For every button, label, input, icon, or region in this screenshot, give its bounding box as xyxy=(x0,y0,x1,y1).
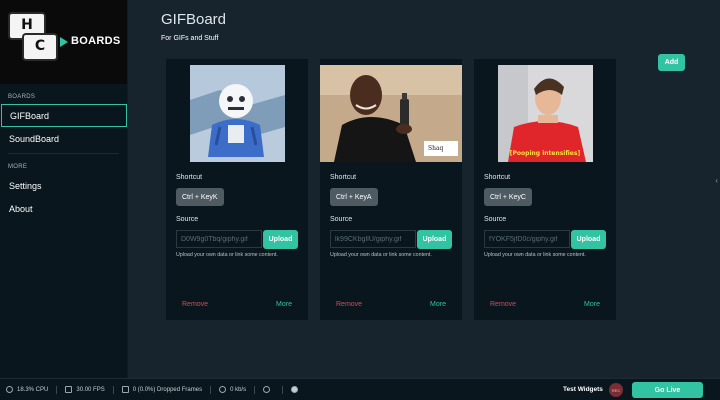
cpu-icon xyxy=(6,386,13,393)
cpu-value: 18.3% CPU xyxy=(17,386,49,393)
info-icon[interactable] xyxy=(291,386,299,393)
sidebar-divider xyxy=(8,153,119,154)
page-subtitle: For GIFs and Stuff xyxy=(161,35,219,42)
source-label: Source xyxy=(176,216,199,223)
source-input[interactable] xyxy=(484,230,570,248)
sidebar-item-about[interactable]: About xyxy=(1,197,126,220)
upload-hint: Upload your own data or link some conten… xyxy=(176,252,278,258)
remove-button[interactable]: Remove xyxy=(182,301,208,308)
remove-button[interactable]: Remove xyxy=(490,301,516,308)
more-button[interactable]: More xyxy=(430,301,446,308)
fps-stat: 30.00 FPS xyxy=(65,386,105,393)
test-widgets-button[interactable]: Test Widgets xyxy=(563,386,603,393)
bandwidth-stat: 0 kb/s xyxy=(219,386,246,393)
page-title: GIFBoard xyxy=(161,11,227,28)
add-button[interactable]: Add xyxy=(658,54,685,71)
cloud-stat[interactable] xyxy=(263,386,274,393)
remove-button[interactable]: Remove xyxy=(336,301,362,308)
gif-card: Shaq Shortcut Ctrl + KeyA Source Upload … xyxy=(320,59,462,320)
thumb-caption: [Pooping intensifies] xyxy=(510,150,581,157)
play-arrow-icon xyxy=(60,37,68,47)
shortcut-label: Shortcut xyxy=(484,174,511,181)
fps-value: 30.00 FPS xyxy=(76,386,105,393)
source-label: Source xyxy=(484,216,507,223)
upload-button[interactable]: Upload xyxy=(263,230,298,249)
shortcut-button[interactable]: Ctrl + KeyC xyxy=(484,188,532,206)
upload-hint: Upload your own data or link some conten… xyxy=(484,252,586,258)
shortcut-button[interactable]: Ctrl + KeyA xyxy=(330,188,378,206)
gif-thumbnail[interactable]: Shaq xyxy=(320,65,462,162)
shortcut-button[interactable]: Ctrl + KeyK xyxy=(176,188,224,206)
thumb-caption: Shaq xyxy=(428,145,444,152)
dropped-frames-value: 0 (0.0%) Dropped Frames xyxy=(132,386,203,393)
sidebar: H C Boards BOARDS GIFBoard SoundBoard MO… xyxy=(0,0,128,378)
status-separator xyxy=(210,385,212,394)
status-separator xyxy=(282,385,284,394)
chevron-left-icon[interactable]: ‹ xyxy=(715,176,718,185)
status-separator xyxy=(56,385,58,394)
logo-key-c: C xyxy=(22,33,58,61)
main-content: GIFBoard For GIFs and Stuff Add ‹ Shortc… xyxy=(129,0,720,378)
cpu-stat: 18.3% CPU xyxy=(6,386,48,393)
status-bar: 18.3% CPU 30.00 FPS 0 (0.0%) Dropped Fra… xyxy=(0,378,720,400)
cloud-icon[interactable] xyxy=(263,386,271,393)
gif-card: [Pooping intensifies] Shortcut Ctrl + Ke… xyxy=(474,59,616,320)
upload-button[interactable]: Upload xyxy=(571,230,606,249)
status-separator xyxy=(254,385,256,394)
more-button[interactable]: More xyxy=(584,301,600,308)
film-icon xyxy=(65,386,73,393)
app-logo: H C Boards xyxy=(0,0,127,84)
source-input[interactable] xyxy=(330,230,416,248)
bandwidth-value: 0 kb/s xyxy=(230,386,247,393)
dropped-frames-stat: 0 (0.0%) Dropped Frames xyxy=(121,386,203,393)
go-live-button[interactable]: Go Live xyxy=(632,382,703,398)
frames-icon xyxy=(121,386,129,393)
sidebar-item-gifboard[interactable]: GIFBoard xyxy=(1,104,127,127)
speed-icon xyxy=(219,386,227,393)
source-input[interactable] xyxy=(176,230,262,248)
source-label: Source xyxy=(330,216,353,223)
shortcut-label: Shortcut xyxy=(330,174,357,181)
shortcut-label: Shortcut xyxy=(176,174,203,181)
gif-card: Shortcut Ctrl + KeyK Source Upload Uploa… xyxy=(166,59,308,320)
more-button[interactable]: More xyxy=(276,301,292,308)
logo-brand-text: Boards xyxy=(71,35,121,47)
boards-section-label: BOARDS xyxy=(8,94,36,100)
sidebar-item-settings[interactable]: Settings xyxy=(1,174,126,197)
more-section-label: MORE xyxy=(8,164,28,170)
status-separator xyxy=(112,385,114,394)
gif-thumbnail[interactable]: [Pooping intensifies] xyxy=(498,65,593,162)
sidebar-item-soundboard[interactable]: SoundBoard xyxy=(1,127,126,150)
upload-hint: Upload your own data or link some conten… xyxy=(330,252,432,258)
info-stat[interactable] xyxy=(291,386,302,393)
upload-button[interactable]: Upload xyxy=(417,230,452,249)
record-button[interactable]: REC xyxy=(609,383,623,397)
gif-thumbnail[interactable] xyxy=(190,65,285,162)
